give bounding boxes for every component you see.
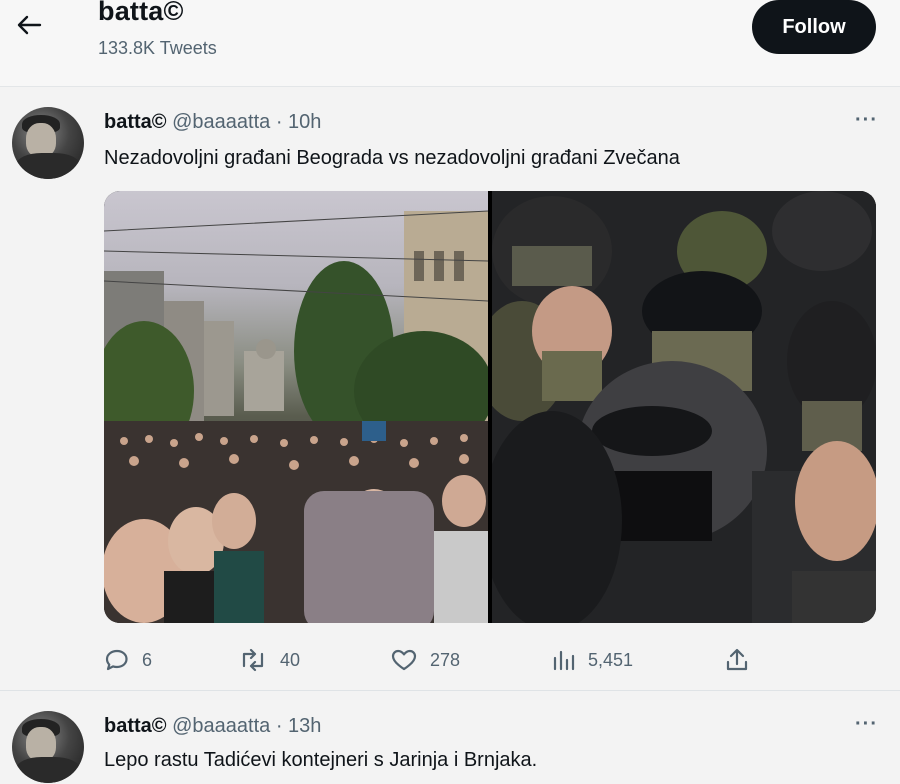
more-options-button[interactable]: ···	[855, 109, 878, 132]
retweet-icon	[242, 648, 264, 672]
photo-zvecan-crowd[interactable]	[477, 191, 876, 623]
reply-count: 6	[142, 649, 153, 670]
retweet-count: 40	[280, 649, 301, 670]
back-button[interactable]	[14, 10, 44, 40]
reply-icon	[105, 649, 128, 671]
profile-header: batta© 133.8K Tweets Follow	[0, 0, 900, 86]
tweet-actions: 6 40 278 5,451	[104, 645, 764, 675]
share-icon	[726, 648, 748, 671]
author-name[interactable]: batta©	[104, 111, 167, 133]
views-icon	[553, 650, 575, 671]
author-handle[interactable]: @baaaatta	[172, 715, 270, 737]
tweet-time[interactable]: · 13h	[276, 715, 322, 737]
tweet-count: 133.8K Tweets	[98, 38, 217, 58]
tweet-text: Nezadovoljni građani Beograda vs nezadov…	[104, 147, 680, 169]
more-options-button[interactable]: ···	[855, 713, 878, 736]
avatar[interactable]	[12, 107, 84, 179]
like-icon	[391, 649, 417, 671]
follow-button[interactable]: Follow	[752, 0, 876, 54]
tweet-meta: batta© @baaaatta · 10h	[104, 111, 321, 134]
like-button[interactable]: 278	[390, 645, 460, 675]
author-handle[interactable]: @baaaatta	[172, 111, 270, 133]
retweet-button[interactable]: 40	[238, 645, 300, 675]
views-count: 5,451	[588, 649, 634, 670]
tweet-media[interactable]	[104, 191, 876, 623]
tweet-meta: batta© @baaaatta · 13h	[104, 715, 321, 738]
reply-button[interactable]: 6	[104, 645, 152, 675]
like-count: 278	[430, 649, 461, 670]
tweet[interactable]: batta© @baaaatta · 13h ··· Lepo rastu Ta…	[0, 690, 900, 784]
tweet-text: Lepo rastu Tadićevi kontejneri s Jarinja…	[104, 749, 538, 771]
author-name[interactable]: batta©	[104, 715, 167, 737]
views-button[interactable]: 5,451	[550, 645, 633, 675]
photo-belgrade-crowd[interactable]	[104, 191, 494, 623]
tweet[interactable]: batta© @baaaatta · 10h ··· Nezadovoljni …	[0, 86, 900, 691]
tweet-time[interactable]: · 10h	[276, 111, 322, 133]
avatar[interactable]	[12, 711, 84, 783]
share-button[interactable]	[724, 645, 750, 675]
back-arrow-icon	[17, 15, 42, 35]
profile-name: batta©	[98, 0, 184, 26]
